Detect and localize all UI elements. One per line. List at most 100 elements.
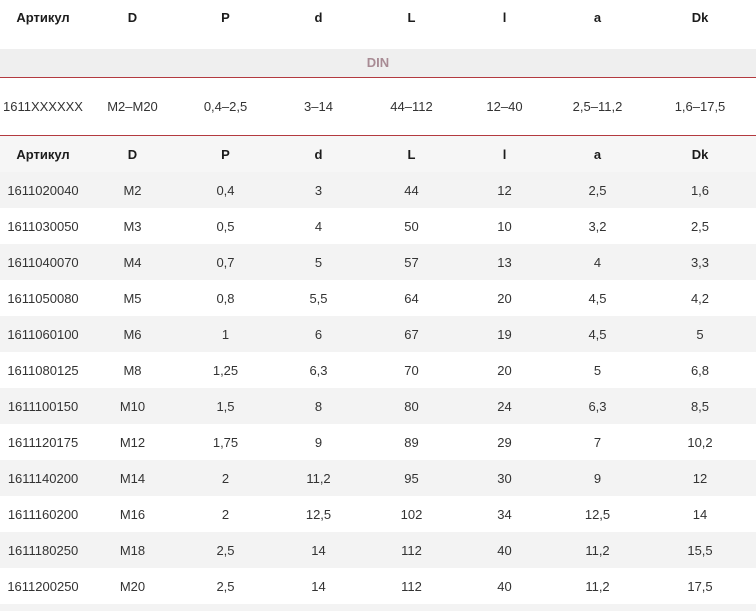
subheader-l: l	[502, 146, 507, 162]
cell-l: 19	[497, 326, 512, 342]
cell-Dk: 10,2	[687, 434, 713, 450]
cell-Dk: 2,5	[690, 218, 710, 234]
cell-d: 9	[314, 434, 323, 450]
cell-a: 9	[593, 470, 602, 486]
cell-P: 0,4	[216, 182, 235, 198]
cell-Dk: 4,2	[690, 290, 710, 306]
subheader-P: P	[221, 146, 230, 162]
table-row[interactable]: 1611030050 M3 0,5 4 50 10 3,2 2,5	[0, 208, 756, 244]
cell-P: 2	[221, 506, 230, 522]
table-row[interactable]: 1611080125 M8 1,25 6,3 70 20 5 6,8	[0, 352, 756, 388]
cell-d: 5,5	[309, 290, 328, 306]
cell-L: 70	[404, 362, 419, 378]
cell-L: 50	[404, 218, 419, 234]
table-row[interactable]: 1611120175 M12 1,75 9 89 29 7 10,2	[0, 424, 756, 460]
cell-d: 6,3	[309, 362, 328, 378]
cell-P: 0,8	[216, 290, 235, 306]
cell-article: 1611200250	[7, 578, 79, 594]
cell-P: 0,7	[216, 254, 235, 270]
cell-D: M2	[123, 182, 142, 198]
cell-D: M16	[119, 506, 146, 522]
table-row[interactable]: 1611100150 M10 1,5 8 80 24 6,3 8,5	[0, 388, 756, 424]
cell-l: 34	[497, 506, 512, 522]
summary-D: M2–M20	[107, 99, 158, 114]
cell-L: 67	[404, 326, 419, 342]
cell-a: 2,5	[588, 182, 607, 198]
cell-a: 4	[593, 254, 602, 270]
cell-l: 10	[497, 218, 512, 234]
cell-D: M18	[119, 542, 146, 558]
cell-P: 2	[221, 470, 230, 486]
cell-P: 1,75	[212, 434, 239, 450]
cell-P: 1,25	[212, 362, 239, 378]
cell-article: 1611080125	[7, 362, 79, 378]
header-article: Артикул	[16, 10, 70, 25]
cell-a: 4,5	[588, 290, 607, 306]
cell-article: 1611160200	[7, 506, 79, 522]
cell-Dk: 12	[692, 470, 708, 486]
cell-a: 12,5	[584, 506, 611, 522]
cell-d: 12,5	[305, 506, 332, 522]
cell-d: 6	[314, 326, 323, 342]
cell-article: 1611100150	[7, 398, 79, 414]
cell-l: 13	[497, 254, 512, 270]
table-row[interactable]: 1611140200 M14 2 11,2 95 30 9 12	[0, 460, 756, 496]
spacer	[0, 36, 756, 49]
group-label-din[interactable]: DIN	[0, 49, 756, 78]
cell-a: 5	[593, 362, 602, 378]
cell-l: 20	[497, 290, 512, 306]
cell-l: 24	[497, 398, 512, 414]
cell-article: 1611140200	[7, 470, 79, 486]
cell-D: M3	[123, 218, 142, 234]
summary-article: 1611XXXXXX	[3, 99, 83, 114]
cell-l: 12	[497, 182, 512, 198]
cell-Dk: 3,3	[690, 254, 710, 270]
cell-article: 1611120175	[7, 434, 79, 450]
cell-l: 30	[497, 470, 512, 486]
summary-P: 0,4–2,5	[203, 99, 248, 114]
cell-d: 5	[314, 254, 323, 270]
cell-a: 6,3	[588, 398, 607, 414]
table-row[interactable]: 1611050080 M5 0,8 5,5 64 20 4,5 4,2	[0, 280, 756, 316]
cell-D: M8	[123, 362, 142, 378]
cell-Dk: 15,5	[687, 542, 713, 558]
subheader-article: Артикул	[16, 146, 70, 162]
table-row[interactable]: 1611020040 M2 0,4 3 44 12 2,5 1,6	[0, 172, 756, 208]
table-row[interactable]: 1611060100 M6 1 6 67 19 4,5 5	[0, 316, 756, 352]
cell-article: 1611040070	[7, 254, 79, 270]
header-Dk: Dk	[691, 10, 709, 25]
table-row[interactable]: 1611040070 M4 0,7 5 57 13 4 3,3	[0, 244, 756, 280]
summary-Dk: 1,6–17,5	[674, 99, 726, 114]
table-body: 1611020040 M2 0,4 3 44 12 2,5 1,6 1611030050 M3 0,…	[0, 172, 756, 604]
cell-Dk: 5	[696, 326, 704, 342]
table-footer-pad	[0, 604, 756, 611]
subheader-Dk: Dk	[691, 146, 709, 162]
cell-D: M6	[123, 326, 142, 342]
cell-D: M20	[119, 578, 146, 594]
cell-d: 4	[314, 218, 323, 234]
summary-row[interactable]: 1611XXXXXX M2–M20 0,4–2,5 3–14 44–112 12…	[0, 78, 756, 136]
cell-D: M12	[119, 434, 146, 450]
cell-Dk: 1,6	[690, 182, 710, 198]
cell-d: 11,2	[306, 470, 331, 486]
cell-L: 112	[401, 578, 422, 594]
cell-L: 89	[404, 434, 419, 450]
cell-L: 95	[404, 470, 419, 486]
cell-P: 1,5	[216, 398, 235, 414]
cell-D: M5	[123, 290, 142, 306]
summary-d: 3–14	[304, 99, 333, 114]
cell-Dk: 14	[692, 506, 708, 522]
table-row[interactable]: 1611180250 M18 2,5 14 112 40 11,2 15,5	[0, 532, 756, 568]
table-row[interactable]: 1611200250 M20 2,5 14 112 40 11,2 17,5	[0, 568, 756, 604]
cell-D: M14	[119, 470, 146, 486]
cell-D: M4	[123, 254, 142, 270]
cell-a: 7	[593, 434, 602, 450]
cell-Dk: 6,8	[690, 362, 710, 378]
table-row[interactable]: 1611160200 M16 2 12,5 102 34 12,5 14	[0, 496, 756, 532]
cell-a: 11,2	[585, 578, 610, 594]
subheader-L: L	[407, 146, 416, 162]
cell-l: 40	[497, 542, 512, 558]
summary-a: 2,5–11,2	[572, 99, 623, 114]
subheader-D: D	[127, 146, 138, 162]
cell-L: 80	[404, 398, 419, 414]
